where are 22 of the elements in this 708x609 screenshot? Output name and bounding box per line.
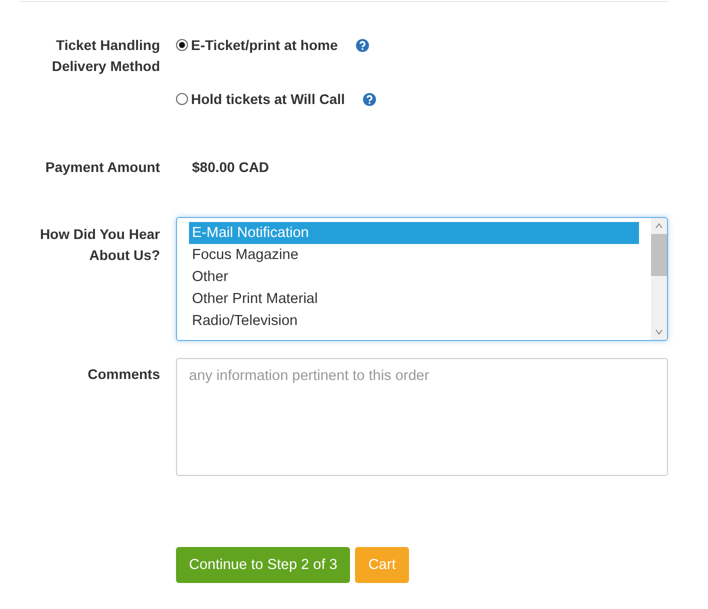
radio-option[interactable]: Hold tickets at Will Call — [176, 89, 376, 109]
help-icon[interactable] — [356, 38, 369, 52]
radio-button[interactable] — [176, 39, 188, 51]
radio-option[interactable]: E-Ticket/print at home — [176, 35, 369, 55]
field-label: Comments — [88, 365, 160, 384]
help-icon[interactable] — [362, 92, 376, 106]
radio-label: E-Ticket/print at home — [191, 36, 338, 55]
scroll-up-icon[interactable] — [655, 222, 663, 230]
radio-button[interactable] — [176, 93, 188, 105]
list-option[interactable]: Focus Magazine — [189, 244, 639, 266]
scroll-down-icon[interactable] — [655, 328, 663, 336]
list-option[interactable]: Radio/Television — [189, 310, 639, 332]
field-label: Payment Amount — [45, 158, 160, 177]
scrollbar[interactable] — [651, 218, 667, 340]
list-option[interactable]: Other Print Material — [189, 288, 639, 310]
payment-amount: $80.00 CAD — [191, 158, 270, 177]
comments-field[interactable]: any information pertinent to this order — [176, 358, 668, 476]
field-label: Ticket Handling Delivery Method — [50, 36, 160, 76]
list-option[interactable]: Other — [189, 266, 639, 288]
radio-label: Hold tickets at Will Call — [191, 90, 345, 109]
list-box[interactable]: E-Mail Notification Focus Magazine Other Other Print Material Radio/Television — [176, 217, 668, 341]
field-label: How Did You Hear About Us? — [38, 225, 160, 265]
